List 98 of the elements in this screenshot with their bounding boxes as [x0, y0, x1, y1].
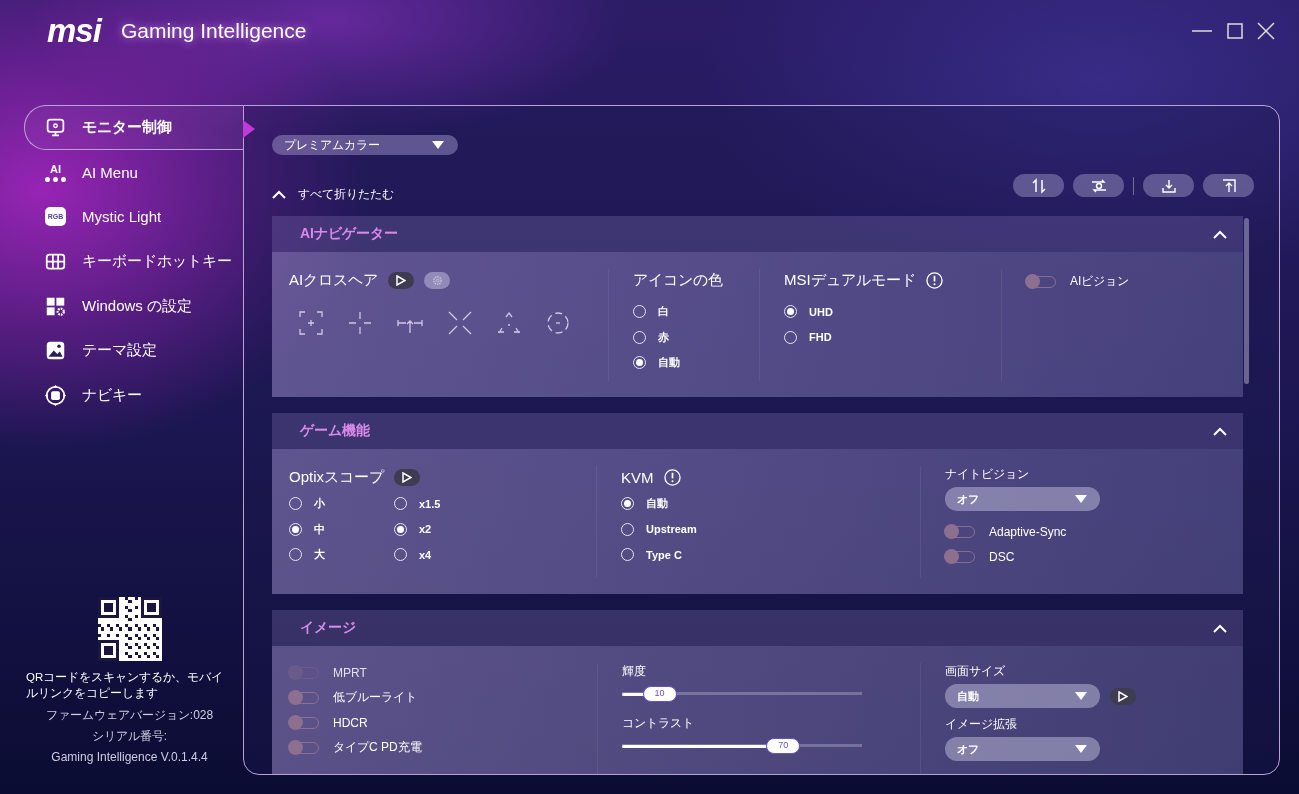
radio-option[interactable]: 中 — [289, 516, 394, 542]
export-button[interactable] — [1203, 174, 1254, 197]
chevron-up-icon[interactable] — [1213, 426, 1227, 436]
sort-button[interactable] — [1013, 174, 1064, 197]
info-icon[interactable] — [925, 271, 943, 289]
crosshair-icon[interactable] — [448, 311, 472, 335]
dropdown-label: ナイトビジョン — [945, 466, 1030, 483]
section-title: AIナビゲーター — [300, 225, 398, 243]
crosshair-icon[interactable] — [299, 311, 323, 335]
sidebar-item[interactable]: キーボードホットキー — [24, 239, 243, 284]
radio-option[interactable]: UHD — [784, 299, 889, 325]
group-title: KVM — [621, 468, 654, 486]
toggle-label: Adaptive-Sync — [989, 524, 1067, 539]
radio-option[interactable]: 大 — [289, 542, 394, 568]
slider-label: コントラスト — [622, 715, 695, 732]
caret-icon — [1075, 495, 1087, 503]
monitor-icon — [45, 116, 66, 138]
qr-code — [97, 597, 162, 661]
slider-track[interactable]: 70 — [622, 738, 862, 754]
dropdown[interactable]: オフ — [945, 487, 1100, 511]
play-button[interactable] — [394, 468, 420, 486]
close-icon[interactable] — [1257, 22, 1275, 40]
radio-option[interactable]: 自動 — [633, 350, 738, 376]
play-button[interactable] — [1110, 687, 1136, 705]
radio-option[interactable]: x1.5 — [394, 491, 499, 517]
chevron-up-icon[interactable] — [1213, 623, 1227, 633]
firmware-version: ファームウェアバージョン:028 — [45, 708, 214, 722]
download-icon — [1160, 177, 1177, 194]
caret-icon — [1075, 692, 1087, 700]
chevron-up-icon — [272, 190, 286, 199]
dropdown-label: 画面サイズ — [945, 663, 1006, 680]
sidebar-item[interactable]: テーマ設定 — [24, 328, 243, 374]
caret-icon — [1075, 745, 1087, 753]
sidebar-item[interactable]: Windows の設定 — [24, 283, 243, 329]
radio-option[interactable]: 自動 — [621, 491, 726, 517]
radio-option[interactable]: Type C — [621, 542, 726, 568]
crosshair-icon[interactable] — [497, 311, 521, 335]
sidebar-item[interactable]: モニター制御 — [24, 105, 243, 150]
group-title: アイコンの色 — [633, 270, 723, 290]
group-title: MSIデュアルモード — [784, 270, 916, 290]
group-title: Optixスコープ — [289, 467, 384, 487]
crosshair-icon[interactable] — [348, 311, 372, 335]
profile-dropdown[interactable]: プレミアムカラー — [272, 135, 458, 155]
pointer-icon — [243, 120, 255, 138]
section-header[interactable]: ゲーム機能 — [272, 413, 1243, 449]
sort-icon — [1030, 177, 1047, 194]
section-title: イメージ — [300, 619, 356, 637]
dropdown[interactable]: オフ — [945, 737, 1100, 761]
app-title: Gaming Intelligence — [120, 18, 307, 44]
caret-icon — [432, 141, 444, 149]
chevron-up-icon[interactable] — [1213, 229, 1227, 239]
play-button[interactable] — [388, 271, 415, 289]
section-header[interactable]: AIナビゲーター — [272, 216, 1243, 252]
dropdown[interactable]: 自動 — [945, 684, 1100, 708]
image-icon — [45, 340, 66, 362]
play-icon — [396, 274, 407, 286]
section-title: ゲーム機能 — [300, 422, 370, 440]
info-icon[interactable] — [663, 468, 681, 486]
slider-thumb[interactable]: 70 — [766, 738, 801, 754]
slider-track[interactable]: 10 — [622, 686, 862, 702]
radio-option[interactable]: 小 — [289, 491, 394, 517]
radio-option[interactable]: Upstream — [621, 516, 726, 542]
toggle-label: タイプC PD充電 — [333, 739, 422, 756]
maximize-icon[interactable] — [1227, 23, 1243, 39]
radio-option[interactable]: x2 — [394, 516, 499, 542]
dropdown-label: イメージ拡張 — [945, 716, 1018, 733]
play-icon — [1118, 690, 1128, 702]
sync-icon — [1089, 177, 1108, 194]
slider-thumb[interactable]: 10 — [642, 686, 677, 702]
serial-number: シリアル番号: — [91, 729, 168, 743]
toggle-label: 低ブルーライト — [333, 689, 417, 706]
group-title: AIクロスヘア — [289, 270, 379, 290]
qr-caption: QRコードをスキャンするか、モバイルリンクをコピーします — [26, 670, 225, 701]
settings-button[interactable] — [424, 271, 451, 289]
slider-label: 輝度 — [622, 663, 647, 680]
sidebar-item[interactable]: AI AI Menu — [24, 149, 243, 195]
scrollbar[interactable] — [1244, 218, 1249, 384]
upload-icon — [1220, 177, 1237, 194]
settings-icon — [431, 274, 443, 286]
toggle-label: HDCR — [333, 715, 368, 730]
dpad-icon — [45, 384, 66, 406]
radio-option[interactable]: 赤 — [633, 324, 738, 350]
import-button[interactable] — [1143, 174, 1194, 197]
section-header[interactable]: イメージ — [272, 610, 1243, 646]
brand-logo: msi — [47, 14, 101, 48]
grid-gear-icon — [45, 295, 66, 317]
radio-option[interactable]: 白 — [633, 299, 738, 325]
sidebar-item[interactable]: ナビキー — [24, 373, 243, 418]
toggle-label: DSC — [989, 549, 1015, 564]
radio-option[interactable]: x4 — [394, 542, 499, 568]
toggle-label: MPRT — [333, 665, 367, 680]
play-icon — [402, 471, 412, 483]
app-version: Gaming Intelligence V.0.1.4.4 — [51, 750, 208, 764]
radio-option[interactable]: FHD — [784, 324, 889, 350]
toggle-label: AIビジョン — [1070, 273, 1130, 290]
sync-button[interactable] — [1073, 174, 1124, 197]
crosshair-icon[interactable] — [546, 311, 570, 335]
collapse-all-button[interactable]: すべて折りたたむ — [272, 168, 394, 203]
